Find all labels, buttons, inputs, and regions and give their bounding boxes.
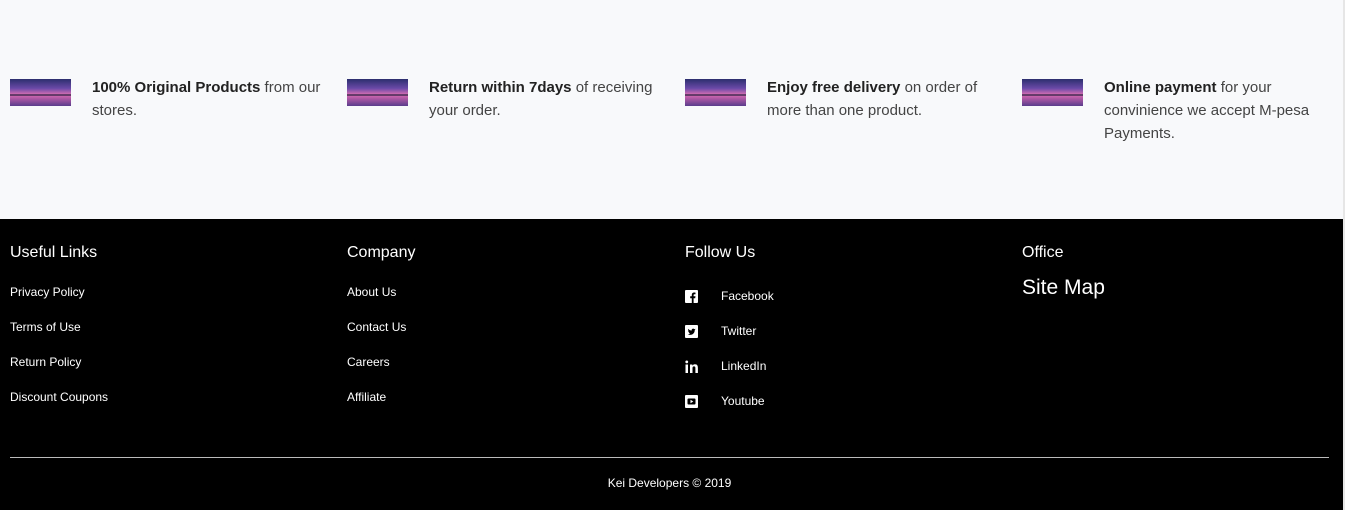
facebook-icon	[685, 289, 699, 304]
youtube-link[interactable]: Youtube	[685, 384, 774, 419]
feature-online-payment: Online payment for your convinience we a…	[1022, 76, 1342, 145]
facebook-label: Facebook	[721, 289, 774, 303]
privacy-policy-link[interactable]: Privacy Policy	[10, 285, 85, 299]
useful-links-heading: Useful Links	[10, 244, 98, 261]
copyright-text: Kei Developers © 2019	[607, 476, 732, 490]
feature-text: 100% Original Products from our stores.	[92, 79, 321, 119]
about-us-link[interactable]: About Us	[347, 285, 396, 299]
linkedin-label: LinkedIn	[721, 359, 767, 373]
contact-us-link[interactable]: Contact Us	[347, 320, 406, 334]
office-heading: Office	[1022, 244, 1064, 261]
feature-text: Online payment for your convinience we a…	[1104, 79, 1310, 142]
feature-original-products: 100% Original Products from our stores.	[10, 76, 330, 122]
feature-text: Return within 7days of receiving your or…	[429, 79, 653, 119]
footer-useful-links: Useful Links Privacy Policy Terms of Use…	[10, 243, 108, 425]
feature-text: Enjoy free delivery on order of more tha…	[767, 79, 978, 119]
linkedin-link[interactable]: LinkedIn	[685, 349, 774, 384]
twitter-label: Twitter	[721, 324, 757, 338]
twitter-link[interactable]: Twitter	[685, 314, 774, 349]
features-strip: 100% Original Products from our stores. …	[0, 0, 1345, 219]
careers-link[interactable]: Careers	[347, 355, 390, 369]
feature-returns: Return within 7days of receiving your or…	[347, 76, 667, 122]
feature-image	[347, 79, 408, 106]
feature-free-delivery: Enjoy free delivery on order of more tha…	[685, 76, 1005, 122]
twitter-icon	[685, 324, 699, 339]
youtube-icon	[685, 394, 699, 409]
feature-image	[10, 79, 71, 106]
discount-coupons-link[interactable]: Discount Coupons	[10, 390, 108, 404]
footer: Useful Links Privacy Policy Terms of Use…	[0, 219, 1345, 510]
linkedin-icon	[685, 360, 699, 374]
footer-follow-us: Follow Us Facebook Twitter LinkedIn Yout…	[685, 243, 774, 419]
company-heading: Company	[347, 244, 416, 261]
youtube-label: Youtube	[721, 394, 765, 408]
footer-company: Company About Us Contact Us Careers Affi…	[347, 243, 415, 425]
facebook-link[interactable]: Facebook	[685, 279, 774, 314]
feature-image	[1022, 79, 1083, 106]
affiliate-link[interactable]: Affiliate	[347, 390, 386, 404]
follow-us-heading: Follow Us	[685, 244, 756, 261]
footer-divider	[10, 457, 1329, 458]
return-policy-link[interactable]: Return Policy	[10, 355, 81, 369]
footer-office: Office Site Map	[1022, 243, 1105, 301]
terms-of-use-link[interactable]: Terms of Use	[10, 320, 81, 334]
site-map-link[interactable]: Site Map	[1022, 275, 1105, 301]
feature-image	[685, 79, 746, 106]
